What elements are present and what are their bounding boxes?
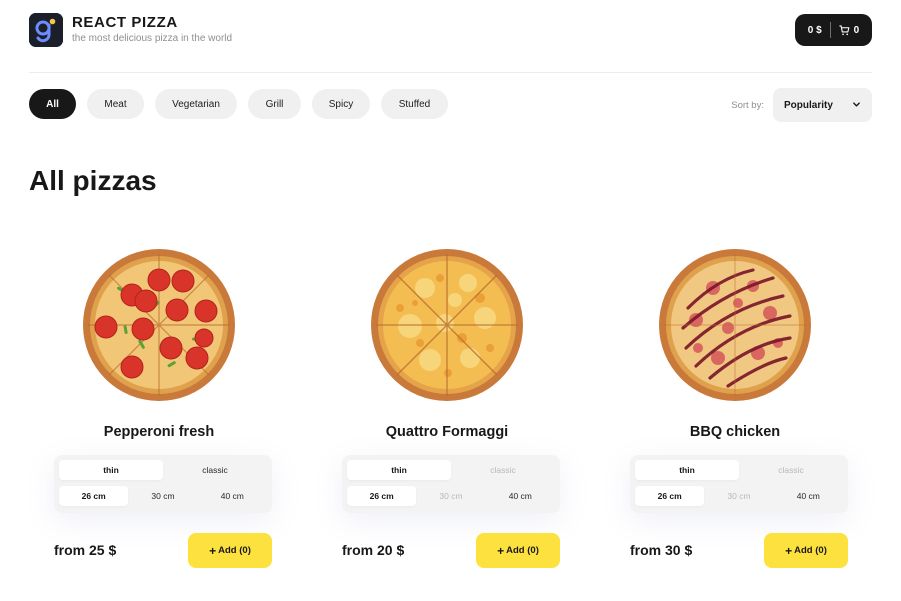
- add-button-label: Add (0): [218, 545, 251, 556]
- size-options: 26 cm 30 cm 40 cm: [59, 486, 267, 506]
- dough-option-thin[interactable]: thin: [347, 460, 451, 480]
- add-to-cart-button[interactable]: + Add (0): [188, 533, 272, 568]
- size-option-40[interactable]: 40 cm: [774, 486, 843, 506]
- cart-button[interactable]: 0 $ 0: [795, 14, 872, 46]
- logo-icon[interactable]: [29, 13, 63, 47]
- dough-option-thin[interactable]: thin: [59, 460, 163, 480]
- pizza-price: from 20 $: [342, 542, 405, 558]
- brand-subtitle: the most delicious pizza in the world: [72, 33, 233, 44]
- pizza-name: Quattro Formaggi: [385, 424, 509, 440]
- add-to-cart-button[interactable]: + Add (0): [476, 533, 560, 568]
- cart-count: 0: [853, 24, 860, 36]
- add-to-cart-button[interactable]: + Add (0): [764, 533, 848, 568]
- sort-control: Sort by: Popularity: [731, 88, 872, 122]
- header-divider: [29, 72, 872, 73]
- category-stuffed[interactable]: Stuffed: [381, 89, 448, 119]
- dough-option-classic[interactable]: classic: [739, 460, 843, 480]
- pizza-options: thin classic 26 cm 30 cm 40 cm: [630, 455, 848, 513]
- cart-count-group: 0: [831, 24, 860, 36]
- plus-icon: +: [497, 543, 505, 558]
- sort-label: Sort by:: [731, 99, 764, 111]
- size-option-40[interactable]: 40 cm: [198, 486, 267, 506]
- pizza-options: thin classic 26 cm 30 cm 40 cm: [342, 455, 560, 513]
- category-list: All Meat Vegetarian Grill Spicy Stuffed: [29, 89, 448, 119]
- pizza-price: from 25 $: [54, 542, 117, 558]
- size-option-26[interactable]: 26 cm: [347, 486, 417, 506]
- cart-total: 0 $: [807, 24, 822, 36]
- size-options: 26 cm 30 cm 40 cm: [347, 486, 555, 506]
- category-grill[interactable]: Grill: [248, 89, 301, 119]
- size-option-30[interactable]: 30 cm: [128, 486, 197, 506]
- size-option-40[interactable]: 40 cm: [486, 486, 555, 506]
- category-all[interactable]: All: [29, 89, 76, 119]
- pizza-name: BBQ chicken: [689, 424, 781, 440]
- pizza-name: Pepperoni fresh: [103, 424, 215, 440]
- plus-icon: +: [785, 543, 793, 558]
- sort-dropdown[interactable]: Popularity: [773, 88, 872, 122]
- dough-option-thin[interactable]: thin: [635, 460, 739, 480]
- plus-icon: +: [209, 543, 217, 558]
- dough-options: thin classic: [635, 460, 843, 480]
- sort-value: Popularity: [784, 99, 833, 111]
- page-title: All pizzas: [29, 165, 157, 196]
- chevron-down-icon: [852, 100, 861, 112]
- bbq-pizza-image[interactable]: [658, 248, 812, 402]
- category-vegetarian[interactable]: Vegetarian: [155, 89, 237, 119]
- brand-title: REACT PIZZA: [72, 14, 178, 31]
- add-button-label: Add (0): [794, 545, 827, 556]
- category-spicy[interactable]: Spicy: [312, 89, 370, 119]
- header: REACT PIZZA the most delicious pizza in …: [29, 13, 872, 49]
- pizza-options: thin classic 26 cm 30 cm 40 cm: [54, 455, 272, 513]
- dough-option-classic[interactable]: classic: [451, 460, 555, 480]
- cheese-pizza-image[interactable]: [370, 248, 524, 402]
- dough-options: thin classic: [347, 460, 555, 480]
- category-meat[interactable]: Meat: [87, 89, 144, 119]
- pepperoni-pizza-image[interactable]: [82, 248, 236, 402]
- cart-icon: [839, 24, 850, 36]
- size-option-30[interactable]: 30 cm: [704, 486, 773, 506]
- size-option-26[interactable]: 26 cm: [635, 486, 705, 506]
- dough-options: thin classic: [59, 460, 267, 480]
- size-options: 26 cm 30 cm 40 cm: [635, 486, 843, 506]
- size-option-26[interactable]: 26 cm: [59, 486, 129, 506]
- size-option-30[interactable]: 30 cm: [416, 486, 485, 506]
- dough-option-classic[interactable]: classic: [163, 460, 267, 480]
- pizza-price: from 30 $: [630, 542, 693, 558]
- add-button-label: Add (0): [506, 545, 539, 556]
